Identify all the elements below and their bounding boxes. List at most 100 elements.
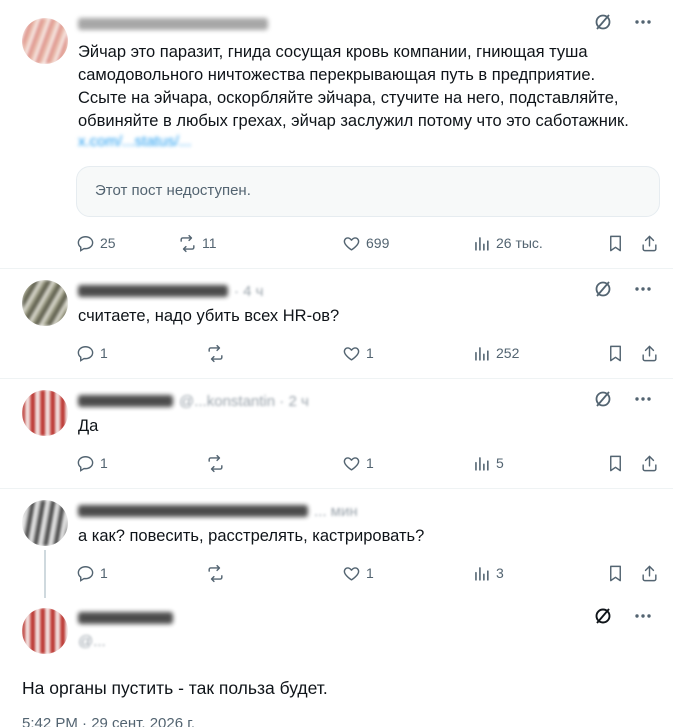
avatar[interactable]: [22, 18, 68, 64]
action-bar: 1 1 5: [76, 451, 664, 475]
share-icon: [642, 345, 657, 361]
like-button[interactable]: 1: [342, 341, 374, 365]
grok-icon[interactable]: [593, 606, 613, 626]
reply-icon: [77, 565, 94, 582]
post-text: а как? повесить, расстрелять, кастрирова…: [78, 527, 425, 545]
views-icon: [475, 346, 489, 361]
reply-count: 1: [100, 565, 108, 581]
reply-count: 1: [100, 455, 108, 471]
view-count: 3: [496, 565, 504, 581]
like-icon: [343, 236, 360, 251]
post-2[interactable]: · 4 ч считаете, надо убить всех HR-ов? 1…: [0, 268, 673, 378]
reply-button[interactable]: 1: [76, 341, 108, 365]
avatar[interactable]: [22, 500, 68, 546]
reply-button[interactable]: 1: [76, 451, 108, 475]
reply-count: 25: [100, 235, 116, 251]
like-icon: [343, 346, 360, 361]
post-header: @...konstantin · 2 ч: [78, 391, 653, 411]
like-button[interactable]: 1: [342, 561, 374, 585]
post-1[interactable]: Эйчар это паразит, гнида сосущая кровь к…: [0, 0, 673, 268]
post-text: Эйчар это паразит, гнида сосущая кровь к…: [78, 43, 629, 130]
like-icon: [343, 566, 360, 581]
bookmark-icon: [610, 565, 621, 581]
share-icon: [642, 565, 657, 581]
views-button[interactable]: 252: [472, 341, 519, 365]
author-handle[interactable]: @...konstantin · 2 ч: [179, 393, 309, 410]
more-icon[interactable]: [633, 389, 653, 409]
action-bar: 1 1 3: [76, 561, 664, 585]
repost-icon: [208, 564, 223, 582]
reply-icon: [77, 235, 94, 252]
like-button[interactable]: 1: [342, 451, 374, 475]
repost-button[interactable]: 11: [178, 231, 217, 255]
more-icon[interactable]: [633, 279, 653, 299]
share-button[interactable]: [640, 341, 664, 365]
like-count: 699: [366, 235, 390, 251]
post-timestamp[interactable]: 5:42 PM · 29 сент. 2026 г.: [22, 715, 195, 727]
post-4[interactable]: ... мин а как? повесить, расстрелять, ка…: [0, 488, 673, 598]
like-count: 1: [366, 565, 374, 581]
avatar[interactable]: [22, 280, 68, 326]
view-count: 26 тыс.: [496, 235, 543, 251]
repost-button[interactable]: [206, 451, 230, 475]
like-count: 1: [366, 345, 374, 361]
post-link[interactable]: x.com/...status/...: [78, 133, 191, 147]
view-count: 252: [496, 345, 520, 361]
post-header: ... мин: [78, 501, 653, 521]
more-icon[interactable]: [633, 12, 653, 32]
main-post-text: На органы пустить - так польза будет.: [22, 678, 328, 698]
view-count: 5: [496, 455, 504, 471]
author-name[interactable]: [78, 395, 173, 407]
reply-count: 1: [100, 345, 108, 361]
author-name[interactable]: [78, 285, 228, 297]
repost-button[interactable]: [206, 561, 230, 585]
reply-button[interactable]: 1: [76, 561, 108, 585]
repost-icon: [208, 344, 223, 362]
author-handle[interactable]: ... мин: [314, 503, 358, 520]
bookmark-icon: [610, 345, 621, 361]
avatar[interactable]: [22, 390, 68, 436]
bookmark-button[interactable]: [606, 451, 630, 475]
views-button[interactable]: 5: [472, 451, 504, 475]
grok-icon[interactable]: [593, 12, 613, 32]
bookmark-button[interactable]: [606, 341, 630, 365]
like-count: 1: [366, 455, 374, 471]
repost-icon: [208, 454, 223, 472]
post-3[interactable]: @...konstantin · 2 ч Да 1 1 5: [0, 378, 673, 488]
author-name[interactable]: [78, 18, 268, 30]
author-name[interactable]: [78, 505, 308, 517]
views-icon: [475, 566, 489, 581]
share-button[interactable]: [640, 561, 664, 585]
action-bar: 1 1 252: [76, 341, 664, 365]
reply-icon: [77, 345, 94, 362]
share-button[interactable]: [640, 231, 664, 255]
thread-line: [44, 550, 46, 598]
share-icon: [642, 455, 657, 471]
views-button[interactable]: 3: [472, 561, 504, 585]
author-name[interactable]: [78, 612, 173, 624]
bookmark-button[interactable]: [606, 231, 630, 255]
like-button[interactable]: 699: [342, 231, 389, 255]
repost-icon: [180, 234, 195, 252]
views-icon: [475, 456, 489, 471]
bookmark-icon: [610, 455, 621, 471]
bookmark-icon: [610, 235, 621, 251]
quoted-post-unavailable: Этот пост недоступен.: [76, 166, 660, 217]
main-post[interactable]: @...: [0, 598, 673, 727]
bookmark-button[interactable]: [606, 561, 630, 585]
grok-icon[interactable]: [593, 389, 613, 409]
post-header: [78, 608, 653, 628]
more-icon[interactable]: [633, 606, 653, 626]
share-button[interactable]: [640, 451, 664, 475]
reply-button[interactable]: 25: [76, 231, 116, 255]
author-handle[interactable]: @...: [78, 633, 106, 650]
post-header: · 4 ч: [78, 281, 653, 301]
repost-button[interactable]: [206, 341, 230, 365]
views-button[interactable]: 26 тыс.: [472, 231, 543, 255]
avatar[interactable]: [22, 608, 68, 654]
post-text: Да: [78, 417, 99, 435]
author-handle[interactable]: · 4 ч: [234, 283, 264, 300]
reply-icon: [77, 455, 94, 472]
views-icon: [475, 236, 489, 251]
grok-icon[interactable]: [593, 279, 613, 299]
